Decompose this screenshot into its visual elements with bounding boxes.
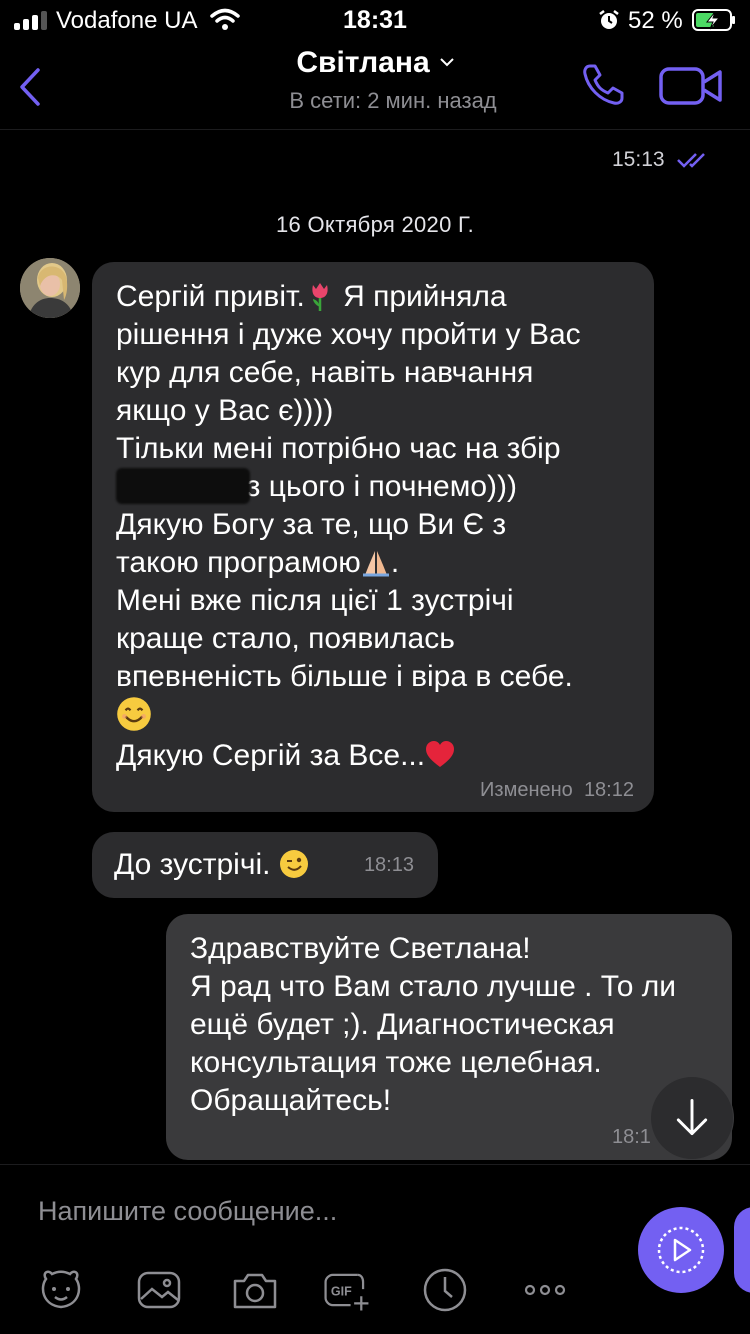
- message-bubble-outgoing[interactable]: Здравствуйте Светлана! Я рад что Вам ста…: [166, 914, 732, 1160]
- message-input[interactable]: [38, 1189, 618, 1233]
- battery-percent: 52 %: [628, 7, 683, 34]
- winking-face-emoji: [279, 850, 308, 878]
- composer: GIF: [0, 1164, 750, 1334]
- message-bubble-incoming[interactable]: Сергій привіт. Я прийняла рішення і дуже…: [92, 262, 654, 812]
- chat-header: Світлана В сети: 2 мин. назад: [0, 40, 750, 130]
- read-ticks-icon: [677, 153, 705, 168]
- message-time: 18:12: [583, 779, 634, 801]
- red-heart-emoji: [426, 741, 455, 767]
- message-bubble-incoming[interactable]: До зустрічі. 18:13: [92, 832, 438, 898]
- more-icon[interactable]: [520, 1265, 570, 1315]
- sticker-icon[interactable]: [36, 1265, 86, 1315]
- contact-last-seen: В сети: 2 мин. назад: [289, 88, 497, 113]
- message-meta: Изменено 18:12: [480, 779, 634, 802]
- gif-icon[interactable]: GIF: [322, 1265, 372, 1315]
- svg-text:GIF: GIF: [331, 1284, 352, 1298]
- message-time: 18:1: [612, 1126, 651, 1148]
- status-bar: Vodafone UA 18:31 52 %: [0, 0, 750, 40]
- camera-icon[interactable]: [230, 1265, 280, 1315]
- video-icon[interactable]: [658, 66, 724, 106]
- phone-icon[interactable]: [580, 60, 628, 108]
- avatar[interactable]: [20, 258, 80, 318]
- smiling-face-emoji: [117, 697, 151, 731]
- folded-hands-emoji: [362, 551, 389, 577]
- contact-name: Світлана: [296, 46, 430, 79]
- alarm-icon: [599, 10, 619, 29]
- composer-side-button[interactable]: [734, 1207, 750, 1293]
- redacted-text: [116, 468, 250, 504]
- timer-icon[interactable]: [420, 1265, 470, 1315]
- previous-message-time: 15:13: [612, 148, 665, 171]
- tulip-emoji: [312, 283, 328, 311]
- play-icon: [657, 1226, 705, 1274]
- message-text: Здравствуйте Светлана! Я рад что Вам ста…: [190, 932, 677, 1117]
- contact-name-button[interactable]: Світлана: [0, 46, 750, 80]
- date-separator: 16 Октября 2020 Г.: [276, 212, 474, 237]
- message-text: До зустрічі.: [114, 848, 309, 882]
- video-message-button[interactable]: [638, 1207, 724, 1293]
- chevron-down-icon: [439, 58, 454, 67]
- scroll-down-button[interactable]: [650, 1076, 734, 1160]
- message-time: 18:13: [363, 854, 414, 876]
- avatar-image: [20, 258, 80, 318]
- message-text: Сергій привіт. Я прийняла рішення і дуже…: [116, 280, 581, 772]
- battery-charging-icon: [692, 9, 735, 31]
- edited-label: Изменено: [480, 779, 573, 801]
- gallery-icon[interactable]: [134, 1265, 184, 1315]
